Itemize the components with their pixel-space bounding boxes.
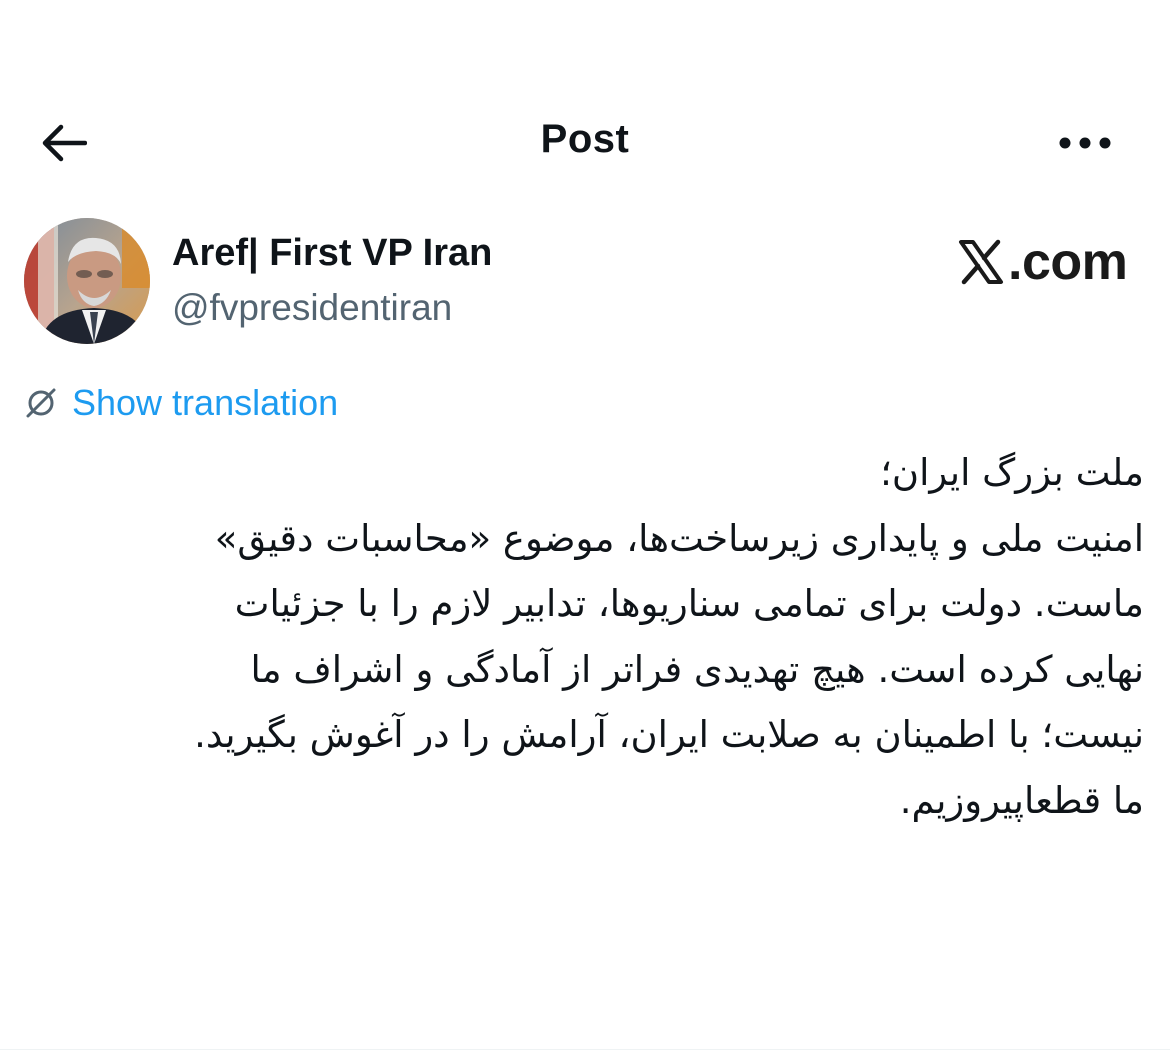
page-title: Post [540,117,630,161]
more-options-button[interactable] [1050,119,1120,167]
x-logo-icon [959,239,1003,285]
bottom-divider [0,1049,1170,1050]
author-handle[interactable]: @fvpresidentiran [172,287,452,329]
ellipsis-icon [1059,137,1111,149]
post-text-line: نهایی کرده است. هیچ تهدیدی فراتر از آماد… [250,647,1145,691]
x-com-watermark: .com [958,230,1128,294]
post-header: Post [0,95,1170,191]
post-text-line: امنیت ملی و پایداری زیرساخت‌ها، موضوع «م… [214,516,1144,560]
avatar-photo [24,218,150,344]
post-text-line: ما قطعاپیروزیم. [899,778,1144,822]
avatar[interactable] [24,218,150,344]
globe-slash-icon [26,388,56,418]
post-text-line: نیست؛ با اطمینان به صلابت ایران، آرامش ر… [194,713,1144,756]
post-text: ملت بزرگ ایران؛ امنیت ملی و پایداری زیرس… [24,440,1144,833]
post-text-line: ملت بزرگ ایران؛ [880,451,1144,494]
show-translation-link[interactable]: Show translation [24,380,338,426]
author-display-name[interactable]: Aref| First VP Iran [172,232,492,275]
watermark-text: .com [1008,233,1128,291]
show-translation-label: Show translation [72,382,339,423]
post-text-line: ماست. دولت برای تمامی سناریوها، تدابیر ل… [234,582,1144,625]
